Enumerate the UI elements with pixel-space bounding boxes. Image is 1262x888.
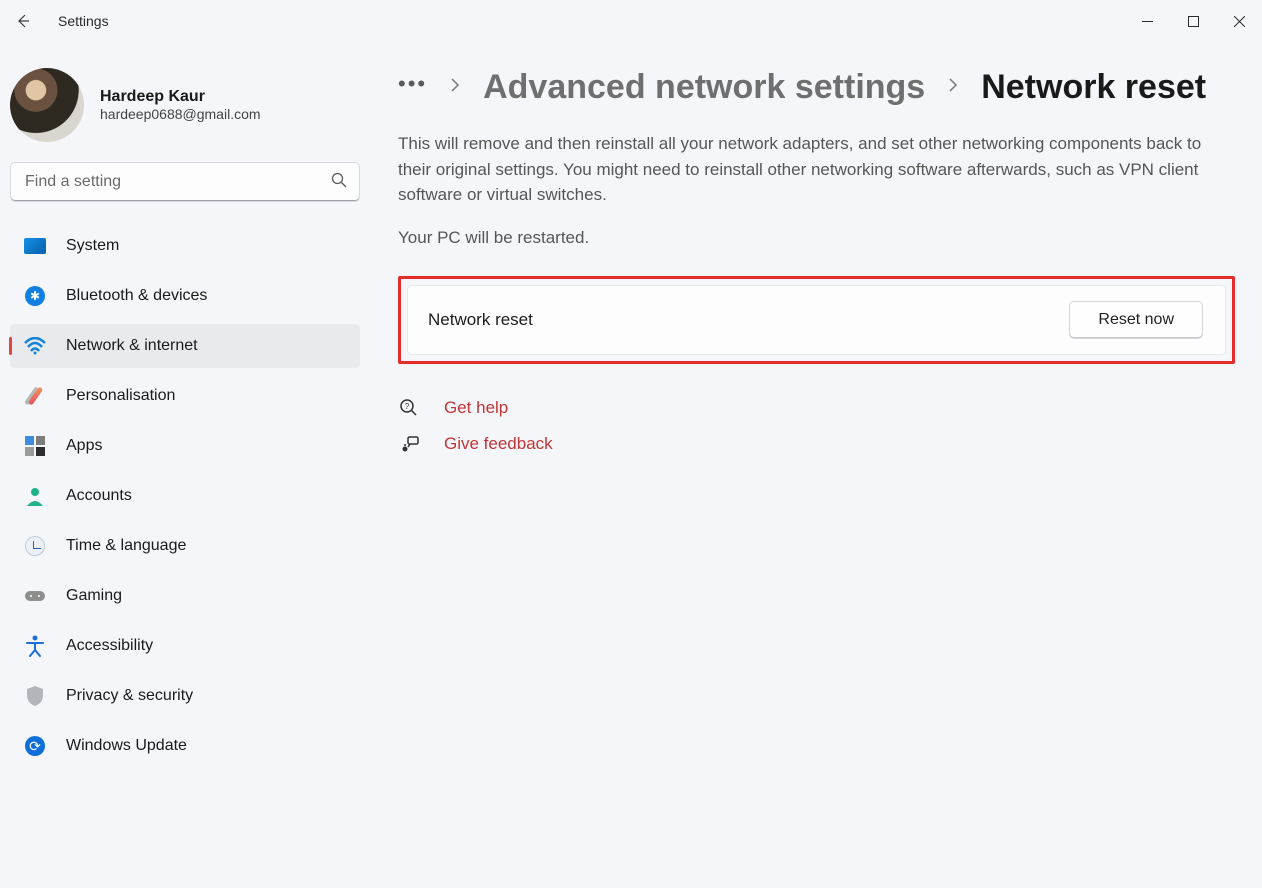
sidebar-item-network[interactable]: Network & internet [10,324,360,368]
update-icon: ⟳ [24,735,46,757]
shield-icon [24,685,46,707]
breadcrumb: ••• Advanced network settings Network re… [398,68,1236,107]
sidebar-item-label: Privacy & security [66,687,193,705]
sidebar-item-accessibility[interactable]: Accessibility [10,624,360,668]
main-content: ••• Advanced network settings Network re… [370,42,1262,888]
clock-icon [24,535,46,557]
sidebar-item-label: Personalisation [66,387,175,405]
sidebar-item-personalisation[interactable]: Personalisation [10,374,360,418]
sidebar-item-label: System [66,237,119,255]
card-title: Network reset [428,310,533,330]
breadcrumb-more-button[interactable]: ••• [398,73,427,103]
bluetooth-icon: ✱ [24,285,46,307]
sidebar-item-label: Network & internet [66,337,198,355]
give-feedback-link[interactable]: Give feedback [444,434,553,454]
user-name: Hardeep Kaur [100,88,261,106]
user-email: hardeep0688@gmail.com [100,106,261,122]
user-profile[interactable]: Hardeep Kaur hardeep0688@gmail.com [10,60,360,162]
sidebar-item-label: Time & language [66,537,186,555]
breadcrumb-parent[interactable]: Advanced network settings [483,68,925,107]
sidebar-item-accounts[interactable]: Accounts [10,474,360,518]
nav-list: System ✱ Bluetooth & devices Network & i… [10,224,360,768]
sidebar-item-gaming[interactable]: Gaming [10,574,360,618]
page-title: Network reset [981,68,1206,107]
sidebar-item-apps[interactable]: Apps [10,424,360,468]
personalisation-icon [24,385,46,407]
wifi-icon [24,335,46,357]
window-maximize-button[interactable] [1170,5,1216,37]
gaming-icon [24,585,46,607]
sidebar-item-label: Apps [66,437,102,455]
reset-now-button[interactable]: Reset now [1069,301,1203,339]
help-icon: ? [398,398,420,418]
window-close-button[interactable] [1216,5,1262,37]
sidebar-item-label: Windows Update [66,737,187,755]
app-title: Settings [58,13,109,29]
chevron-right-icon [449,77,461,98]
sidebar-item-bluetooth[interactable]: ✱ Bluetooth & devices [10,274,360,318]
apps-icon [24,435,46,457]
sidebar-item-label: Bluetooth & devices [66,287,207,305]
give-feedback-row[interactable]: Give feedback [398,434,1236,454]
svg-text:?: ? [405,402,410,411]
chevron-right-icon [947,77,959,98]
search-box[interactable] [10,162,360,202]
sidebar-item-label: Accessibility [66,637,153,655]
search-icon [331,172,347,193]
restart-note: Your PC will be restarted. [398,228,1236,248]
accessibility-icon [24,635,46,657]
accounts-icon [24,485,46,507]
avatar [10,68,84,142]
sidebar-item-time-language[interactable]: Time & language [10,524,360,568]
sidebar-item-label: Accounts [66,487,132,505]
titlebar: Settings [0,0,1262,42]
highlight-box: Network reset Reset now [398,276,1235,364]
get-help-row[interactable]: ? Get help [398,398,1236,418]
search-input[interactable] [25,173,319,191]
description-text: This will remove and then reinstall all … [398,131,1233,208]
system-icon [24,235,46,257]
sidebar-item-system[interactable]: System [10,224,360,268]
sidebar-item-privacy[interactable]: Privacy & security [10,674,360,718]
network-reset-card: Network reset Reset now [407,285,1226,355]
sidebar-item-windows-update[interactable]: ⟳ Windows Update [10,724,360,768]
get-help-link[interactable]: Get help [444,398,508,418]
sidebar-item-label: Gaming [66,587,122,605]
sidebar: Hardeep Kaur hardeep0688@gmail.com Syste… [0,42,370,888]
window-minimize-button[interactable] [1124,5,1170,37]
feedback-icon [398,434,420,454]
back-button[interactable] [8,6,38,36]
